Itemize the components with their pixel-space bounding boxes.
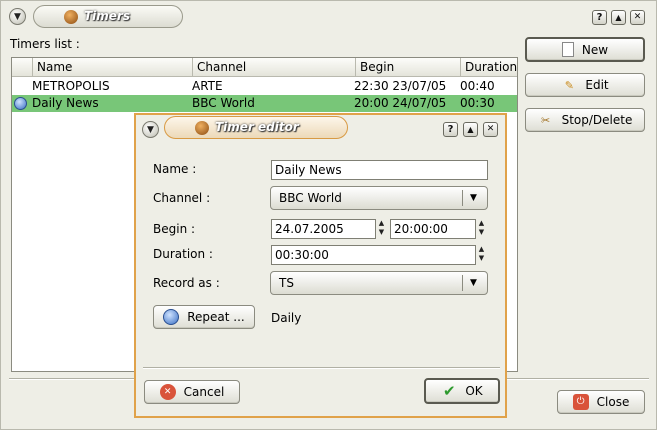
edit-button[interactable]: ✎ Edit xyxy=(525,73,645,97)
table-row[interactable]: METROPOLIS ARTE 22:30 23/07/05 00:40 xyxy=(12,78,517,95)
title-pill: Timers xyxy=(33,5,183,28)
dialog-close-button[interactable]: ✕ xyxy=(483,122,498,137)
cell-begin: 20:00 24/07/05 xyxy=(354,96,447,110)
repeat-button-label: Repeat ... xyxy=(187,310,245,324)
ok-button[interactable]: ✔ OK xyxy=(424,378,500,404)
cell-name: METROPOLIS xyxy=(32,79,110,93)
shade-icon: ▲ xyxy=(615,12,622,22)
dropdown-arrow-icon: ▼ xyxy=(462,275,484,291)
dropdown-arrow-icon: ▼ xyxy=(462,190,484,206)
begin-time-field[interactable]: 20:00:00 xyxy=(390,219,476,239)
duration-label: Duration : xyxy=(153,247,213,261)
name-label: Name : xyxy=(153,162,197,176)
chevron-down-icon: ▼ xyxy=(14,11,21,22)
dialog-divider xyxy=(143,367,500,369)
shade-button[interactable]: ▲ xyxy=(611,10,626,25)
help-icon: ? xyxy=(447,123,454,135)
timers-list-label: Timers list : xyxy=(10,37,80,51)
column-header-begin[interactable]: Begin xyxy=(356,58,461,77)
shade-icon: ▲ xyxy=(467,124,474,134)
close-window-button[interactable]: ✕ xyxy=(630,10,645,25)
chevron-down-icon: ▼ xyxy=(147,124,154,135)
dialog-menu-button[interactable]: ▼ xyxy=(142,121,159,138)
name-field[interactable]: Daily News xyxy=(271,160,488,180)
edit-icon: ✎ xyxy=(564,78,574,92)
duration-spinner[interactable]: ▲ ▼ xyxy=(476,245,487,265)
begin-time-spinner[interactable]: ▲ ▼ xyxy=(476,219,487,239)
channel-label: Channel : xyxy=(153,191,211,205)
close-button[interactable]: ⏻ Close xyxy=(557,390,645,414)
begin-label: Begin : xyxy=(153,222,196,236)
stop-delete-button[interactable]: ✂ Stop/Delete xyxy=(525,108,645,132)
close-icon: ✕ xyxy=(486,124,495,134)
app-ball-icon xyxy=(195,121,209,135)
column-header-duration[interactable]: Duration xyxy=(461,58,517,77)
timer-editor-dialog: ▼ Timer editor ? ▲ ✕ Name : Daily News C… xyxy=(134,113,507,418)
cell-channel: ARTE xyxy=(192,79,223,93)
dialog-title: Timer editor xyxy=(215,120,299,134)
ok-check-icon: ✔ xyxy=(443,381,456,400)
record-as-select[interactable]: TS ▼ xyxy=(270,271,488,295)
column-header-channel[interactable]: Channel xyxy=(193,58,356,77)
cancel-button-label: Cancel xyxy=(183,385,225,399)
ok-button-label: OK xyxy=(465,384,483,398)
record-as-label: Record as : xyxy=(153,276,220,290)
repeat-icon xyxy=(14,97,27,110)
cancel-button[interactable]: ✕ Cancel xyxy=(144,380,240,404)
titlebar: ▼ Timers ? ▲ ✕ xyxy=(1,1,656,32)
close-button-label: Close xyxy=(596,395,630,409)
cell-channel: BBC World xyxy=(192,96,255,110)
window-title: Timers xyxy=(84,9,131,23)
close-icon: ✕ xyxy=(633,12,642,22)
new-button-label: New xyxy=(581,42,609,57)
cancel-icon: ✕ xyxy=(159,384,176,400)
stop-delete-icon: ✂ xyxy=(541,113,551,127)
dialog-help-button[interactable]: ? xyxy=(443,122,458,137)
dialog-shade-button[interactable]: ▲ xyxy=(463,122,478,137)
column-header-name[interactable]: Name xyxy=(33,58,193,77)
table-row[interactable]: Daily News BBC World 20:00 24/07/05 00:3… xyxy=(12,95,517,112)
help-button[interactable]: ? xyxy=(592,10,607,25)
window-menu-button[interactable]: ▼ xyxy=(9,8,26,25)
cell-name: Daily News xyxy=(32,96,99,110)
repeat-icon xyxy=(163,309,180,325)
channel-select[interactable]: BBC World ▼ xyxy=(270,186,488,210)
begin-date-field[interactable]: 24.07.2005 xyxy=(271,219,376,239)
cell-duration: 00:40 xyxy=(460,79,495,93)
column-header-icon[interactable] xyxy=(12,58,33,77)
new-document-icon xyxy=(561,42,574,57)
begin-date-spinner[interactable]: ▲ ▼ xyxy=(376,219,387,239)
new-button[interactable]: New xyxy=(525,37,645,62)
stop-delete-button-label: Stop/Delete xyxy=(561,113,633,127)
duration-field[interactable]: 00:30:00 xyxy=(271,245,476,265)
dialog-title-pill: Timer editor xyxy=(164,116,348,139)
repeat-button[interactable]: Repeat ... xyxy=(153,305,255,329)
repeat-value: Daily xyxy=(271,311,302,325)
app-ball-icon xyxy=(64,10,78,24)
record-as-value: TS xyxy=(279,276,294,290)
power-icon: ⏻ xyxy=(572,394,589,410)
cell-duration: 00:30 xyxy=(460,96,495,110)
edit-button-label: Edit xyxy=(585,78,609,92)
help-icon: ? xyxy=(596,11,603,23)
cell-begin: 22:30 23/07/05 xyxy=(354,79,447,93)
channel-value: BBC World xyxy=(279,191,342,205)
